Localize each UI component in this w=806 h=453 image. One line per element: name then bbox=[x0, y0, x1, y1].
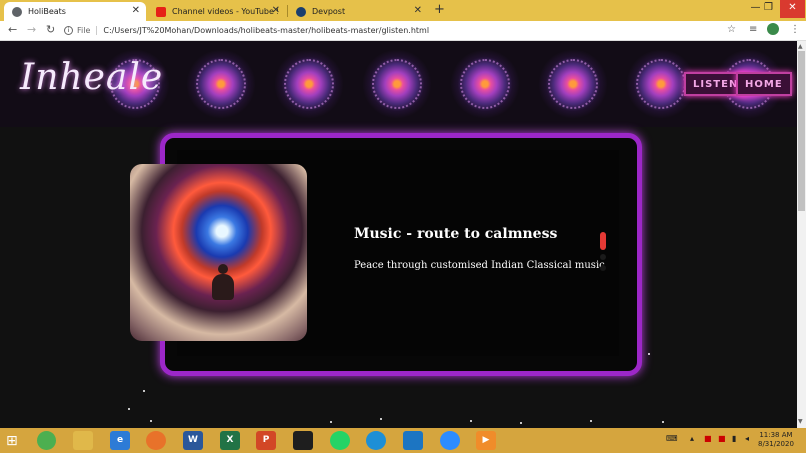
firefox-icon[interactable] bbox=[146, 431, 166, 450]
close-tab-icon[interactable]: ✕ bbox=[414, 5, 422, 16]
close-tab-icon[interactable]: ✕ bbox=[132, 5, 140, 16]
profile-avatar[interactable] bbox=[767, 23, 779, 35]
internet-explorer-icon[interactable]: e bbox=[110, 431, 130, 450]
sparkle bbox=[330, 421, 332, 423]
chrome-icon[interactable] bbox=[37, 431, 56, 450]
sparkle bbox=[648, 353, 650, 355]
powerpoint-icon[interactable]: P bbox=[256, 431, 276, 450]
new-tab-button[interactable]: + bbox=[434, 2, 445, 17]
tab-title: Channel videos - YouTube Studio bbox=[172, 7, 278, 16]
tab-title: Devpost bbox=[312, 7, 346, 16]
media-player-icon[interactable]: ▶ bbox=[476, 431, 496, 450]
devpost-icon bbox=[296, 6, 306, 17]
meditator-head bbox=[218, 264, 228, 274]
network-icon[interactable]: ▮ bbox=[732, 434, 736, 443]
info-icon[interactable]: i bbox=[64, 26, 73, 35]
clock-time: 11:38 AM bbox=[759, 431, 793, 439]
tab-devpost[interactable]: Devpost ✕ bbox=[288, 2, 428, 21]
system-clock[interactable]: 11:38 AM 8/31/2020 bbox=[758, 431, 794, 449]
site-logo[interactable]: Inheale bbox=[20, 57, 163, 98]
whatsapp-icon[interactable] bbox=[330, 431, 350, 450]
mandala-decoration bbox=[186, 49, 256, 119]
edge-icon[interactable] bbox=[366, 431, 386, 450]
back-button[interactable]: ← bbox=[8, 23, 17, 36]
scrollbar-thumb[interactable] bbox=[798, 51, 805, 211]
card-title: Music - route to calmness bbox=[354, 226, 558, 242]
sparkle bbox=[470, 420, 472, 422]
show-hidden-icons-icon[interactable]: ▴ bbox=[690, 434, 694, 443]
sparkle bbox=[590, 420, 592, 422]
clock-date: 8/31/2020 bbox=[758, 440, 794, 448]
url-text: C:/Users/JT%20Mohan/Downloads/holibeats-… bbox=[103, 26, 430, 35]
card-subtitle: Peace through customised Indian Classica… bbox=[354, 260, 605, 271]
mandala-decoration bbox=[362, 49, 432, 119]
carousel-dot[interactable] bbox=[600, 254, 606, 260]
volume-icon[interactable]: ◂ bbox=[745, 434, 749, 443]
home-nav-button[interactable]: HOME bbox=[736, 72, 792, 96]
close-tab-icon[interactable]: ✕ bbox=[272, 5, 280, 16]
more-menu-icon[interactable]: ⋮ bbox=[790, 24, 800, 35]
restore-button[interactable]: ❐ bbox=[756, 0, 781, 18]
excel-icon[interactable]: X bbox=[220, 431, 240, 450]
media-queue-icon[interactable]: ≡ bbox=[749, 24, 757, 35]
file-explorer-icon[interactable] bbox=[73, 431, 93, 450]
tab-title: HoliBeats bbox=[28, 7, 66, 16]
tab-youtube-studio[interactable]: Channel videos - YouTube Studio ✕ bbox=[148, 2, 286, 21]
windows-taskbar: ⊞ e W X P ▶ ⌨ ▴ ■ ■ ▮ ◂ 11:38 AM 8/31/20… bbox=[0, 428, 806, 453]
sparkle bbox=[128, 408, 130, 410]
carousel-dot[interactable] bbox=[600, 265, 606, 271]
page-scrollbar[interactable]: ▲ ▼ bbox=[797, 41, 806, 428]
browser-tab-bar: HoliBeats ✕ Channel videos - YouTube Stu… bbox=[0, 0, 806, 21]
bookmark-star-icon[interactable]: ☆ bbox=[727, 24, 736, 35]
carousel-dot-active[interactable] bbox=[600, 232, 606, 250]
mandala-decoration bbox=[274, 49, 344, 119]
forward-button[interactable]: → bbox=[27, 23, 36, 36]
meditator-body bbox=[212, 274, 234, 300]
mandala-decoration bbox=[450, 49, 520, 119]
sparkle bbox=[150, 420, 152, 422]
reload-button[interactable]: ↻ bbox=[46, 23, 55, 36]
mandala-decoration bbox=[538, 49, 608, 119]
address-bar: ← → ↻ i File C:/Users/JT%20Mohan/Downloads… bbox=[0, 21, 806, 41]
vscode-icon[interactable] bbox=[403, 431, 423, 450]
globe-icon bbox=[12, 6, 22, 17]
youtube-icon bbox=[156, 6, 166, 17]
keyboard-icon[interactable]: ⌨ bbox=[666, 434, 678, 443]
zoom-icon[interactable] bbox=[440, 431, 460, 450]
scroll-down-arrow-icon[interactable]: ▼ bbox=[798, 418, 803, 425]
antivirus-icon[interactable]: ■ bbox=[704, 434, 712, 443]
security-label: File bbox=[77, 26, 98, 35]
terminal-icon[interactable] bbox=[293, 431, 313, 450]
close-window-button[interactable]: ✕ bbox=[780, 0, 805, 18]
security-alert-icon[interactable]: ■ bbox=[718, 434, 726, 443]
meditation-nebula-image bbox=[130, 164, 307, 341]
header-banner: Inheale LISTEN HOME bbox=[0, 41, 797, 127]
word-icon[interactable]: W bbox=[183, 431, 203, 450]
sparkle bbox=[662, 421, 664, 423]
tab-holibeats[interactable]: HoliBeats ✕ bbox=[4, 2, 146, 21]
url-field[interactable]: i File C:/Users/JT%20Mohan/Downloads/holib… bbox=[64, 23, 744, 39]
scroll-up-arrow-icon[interactable]: ▲ bbox=[798, 43, 803, 50]
sparkle bbox=[520, 422, 522, 424]
sparkle bbox=[380, 418, 382, 420]
sparkle bbox=[143, 390, 145, 392]
windows-start-icon[interactable]: ⊞ bbox=[6, 433, 18, 449]
